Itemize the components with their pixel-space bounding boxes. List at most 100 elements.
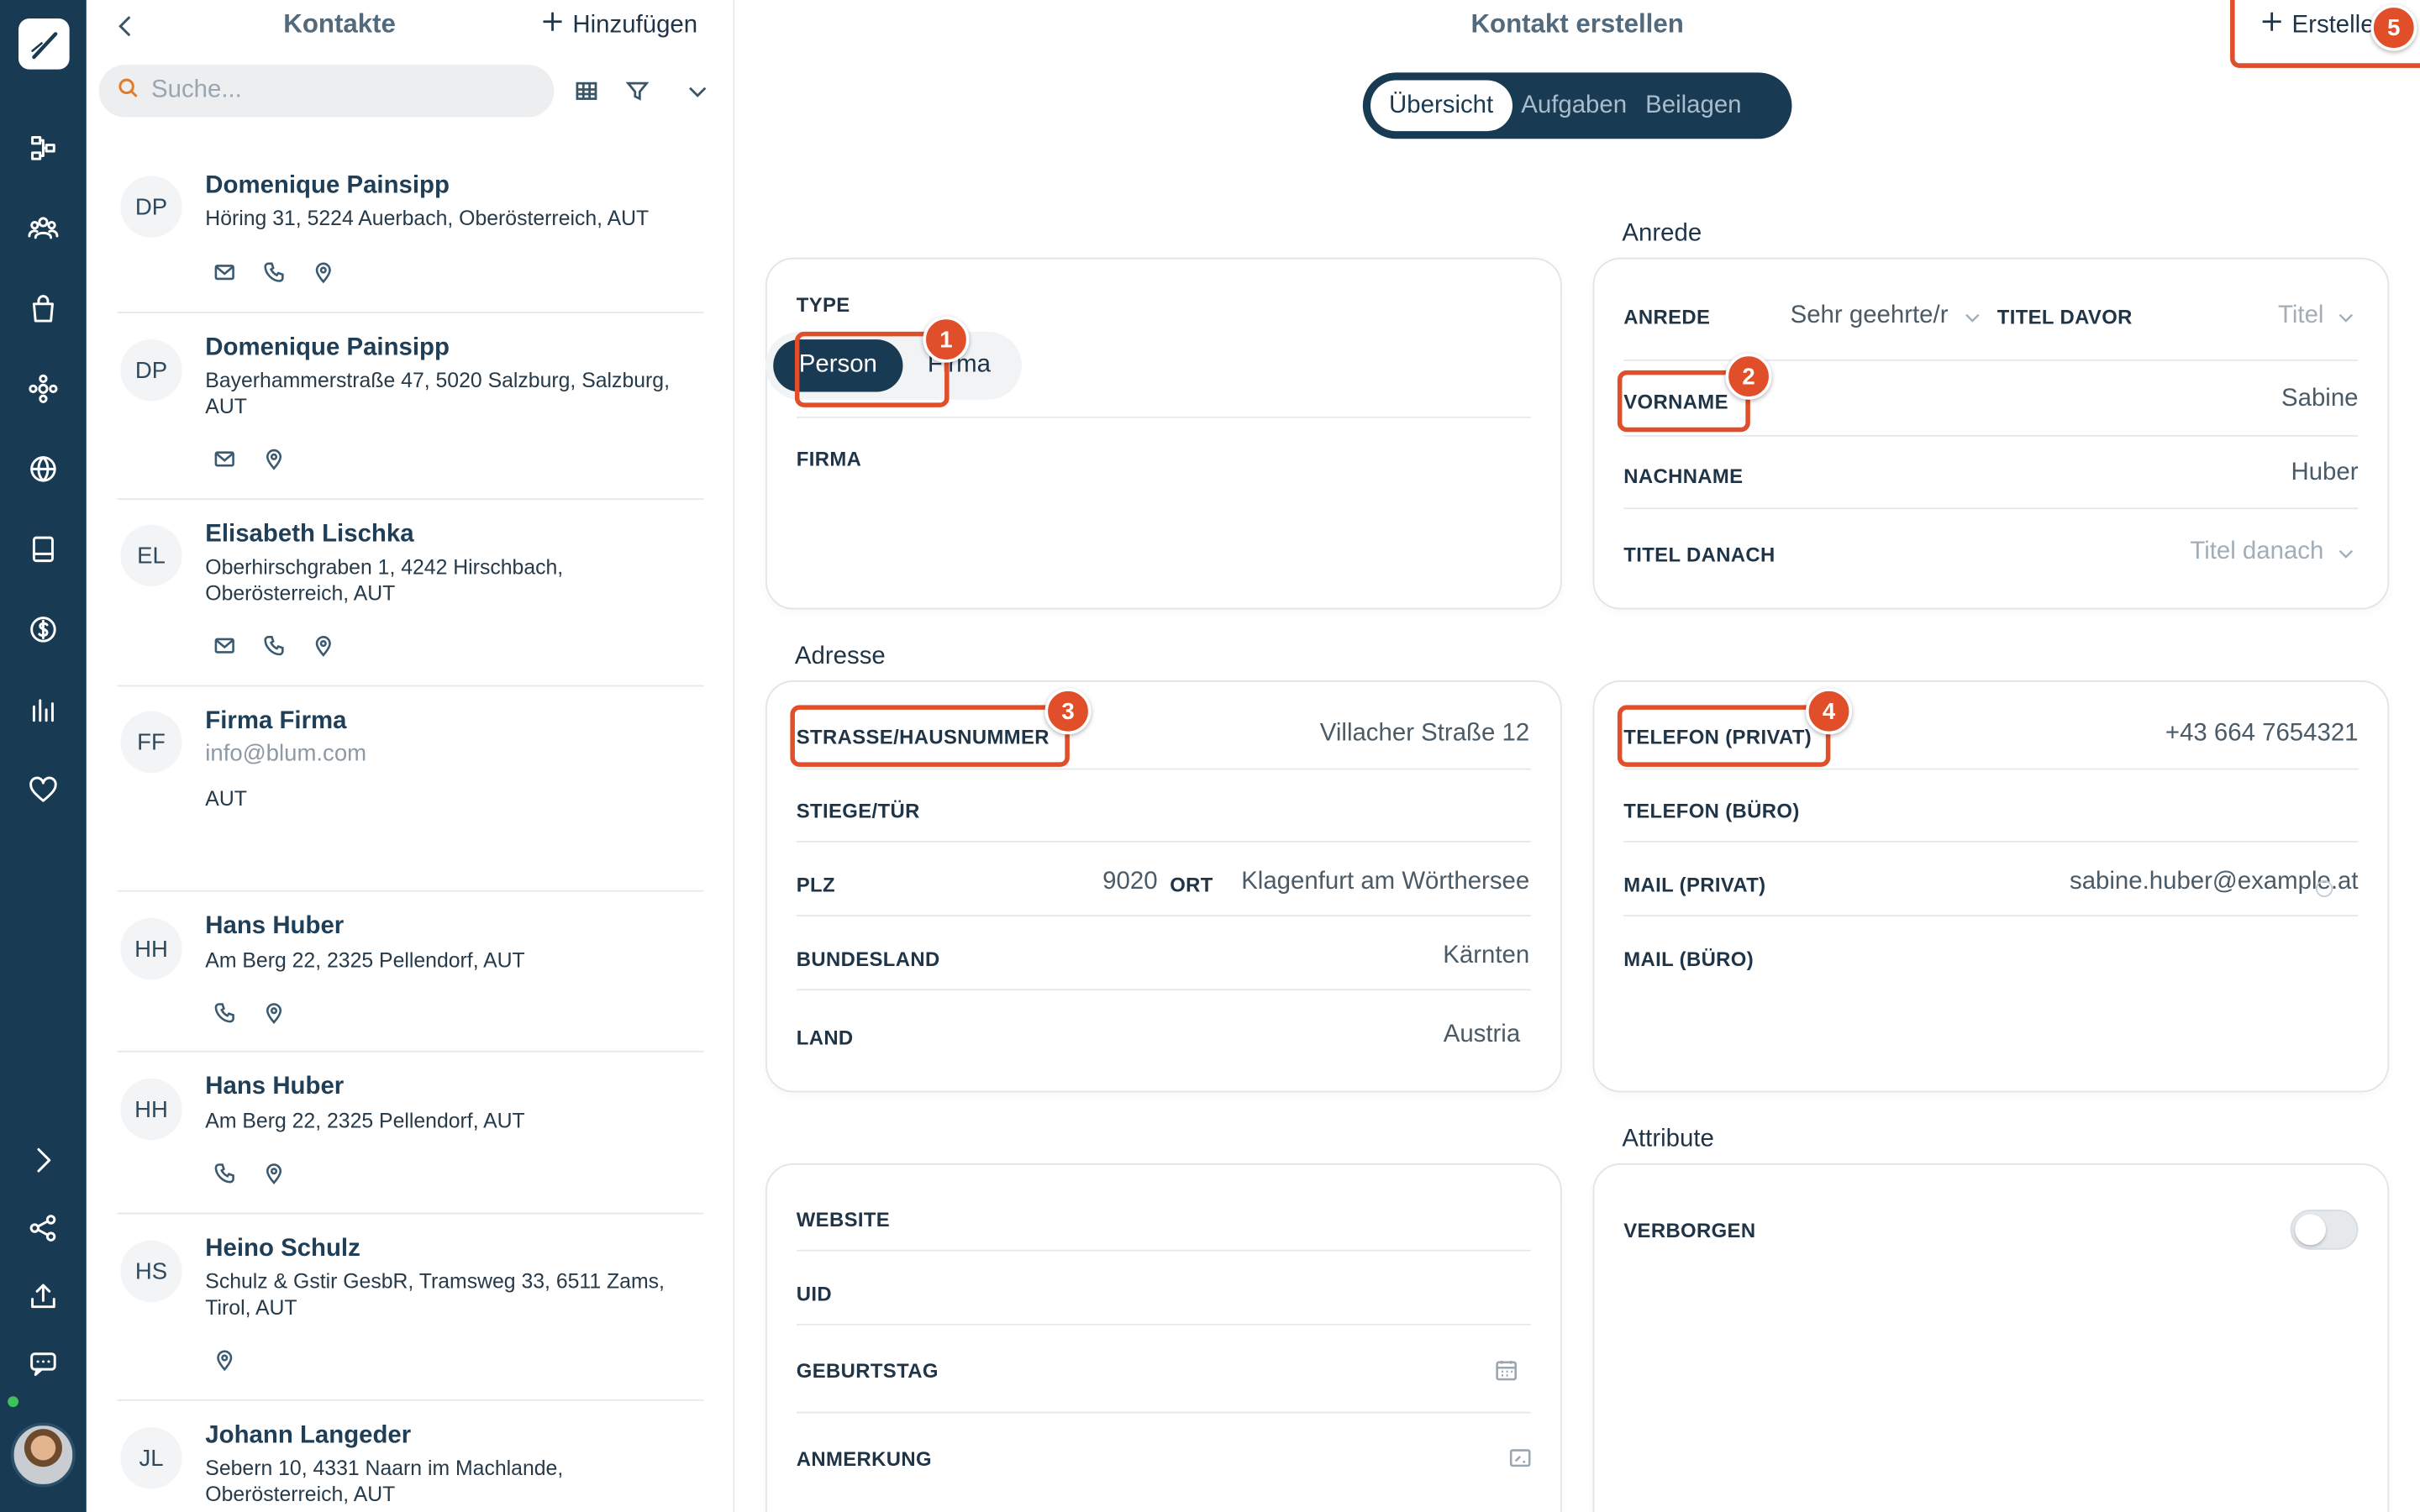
chevron-down-icon[interactable] <box>2337 543 2355 571</box>
tel-privat-field[interactable]: +43 664 7654321 <box>2165 721 2359 748</box>
contact-address: Höring 31, 5224 Auerbach, Oberösterreich… <box>205 207 650 230</box>
page-title: Kontakt erstellen <box>1470 9 1684 39</box>
chevron-down-icon[interactable] <box>1963 307 1981 335</box>
share-icon[interactable] <box>24 1210 61 1247</box>
document-icon[interactable] <box>24 531 61 568</box>
add-contact-button[interactable]: Hinzufügen <box>542 11 697 40</box>
expand-textarea-icon[interactable] <box>1507 1446 1532 1470</box>
stiege-label: STIEGE/TÜR <box>796 799 920 822</box>
contact-name: Hans Huber <box>205 1074 345 1100</box>
tel-buero-label: TELEFON (BÜRO) <box>1623 799 1800 822</box>
contacts-list: DP Domenique Painsipp Höring 31, 5224 Au… <box>117 139 704 1512</box>
titel-davor-select[interactable]: Titel <box>2278 302 2323 330</box>
contact-actions <box>213 634 334 658</box>
search-box[interactable] <box>98 65 555 118</box>
contact-initials: DP <box>120 339 182 402</box>
phone-icon[interactable] <box>262 634 286 658</box>
plus-icon <box>542 11 564 40</box>
location-icon[interactable] <box>262 1001 286 1025</box>
contact-address: Am Berg 22, 2325 Pellendorf, AUT <box>205 1109 525 1133</box>
search-input[interactable] <box>151 76 522 105</box>
highlight-box <box>1617 705 1831 767</box>
divider <box>1623 841 2359 843</box>
contact-card[interactable]: DP Domenique Painsipp Höring 31, 5224 Au… <box>117 139 704 313</box>
contact-card[interactable]: HH Hans Huber Am Berg 22, 2325 Pellendor… <box>117 892 704 1053</box>
contact-actions <box>213 1001 285 1025</box>
mail-icon[interactable] <box>213 448 236 471</box>
divider <box>1623 915 2359 917</box>
mail-icon[interactable] <box>213 260 236 284</box>
mail-privat-label: MAIL (PRIVAT) <box>1623 873 1766 897</box>
titel-danach-select[interactable]: Titel danach <box>2190 538 2323 566</box>
verborgen-toggle[interactable] <box>2290 1210 2359 1250</box>
contact-card[interactable]: EL Elisabeth Lischka Oberhirschgraben 1,… <box>117 500 704 687</box>
tab-uebersicht[interactable]: Übersicht <box>1370 80 1512 132</box>
table-view-icon[interactable] <box>571 76 602 107</box>
shopping-bag-icon[interactable] <box>24 290 61 327</box>
adresse-section-title: Adresse <box>794 643 886 670</box>
nachname-field[interactable]: Huber <box>2291 459 2358 487</box>
location-icon[interactable] <box>262 448 286 471</box>
location-icon[interactable] <box>312 260 335 284</box>
upload-icon[interactable] <box>24 1278 61 1315</box>
chevron-down-icon[interactable] <box>2337 307 2355 335</box>
contact-card[interactable]: HS Heino Schulz Schulz & Gstir GesbR, Tr… <box>117 1215 704 1401</box>
expand-chevron-icon[interactable] <box>24 1142 61 1179</box>
tab-switcher: Übersicht Aufgaben Beilagen <box>1362 72 1792 139</box>
type-label: TYPE <box>796 292 850 317</box>
tab-aufgaben[interactable]: Aufgaben <box>1512 81 1636 132</box>
divider <box>796 1411 1532 1414</box>
website-label: WEBSITE <box>796 1208 891 1231</box>
attribute-section-title: Attribute <box>1622 1126 1714 1153</box>
tab-beilagen[interactable]: Beilagen <box>1636 81 1750 132</box>
strasse-field[interactable]: Villacher Straße 12 <box>1320 721 1529 748</box>
location-icon[interactable] <box>312 634 335 658</box>
divider <box>796 841 1532 843</box>
network-icon[interactable] <box>24 370 61 407</box>
calendar-icon[interactable] <box>1494 1357 1518 1382</box>
titel-danach-label: TITEL DANACH <box>1623 543 1776 567</box>
search-icon <box>118 76 139 106</box>
anrede-label: ANREDE <box>1623 305 1711 329</box>
contact-name: Heino Schulz <box>205 1236 360 1263</box>
heart-icon[interactable] <box>24 771 61 808</box>
globe-icon[interactable] <box>24 450 61 487</box>
user-avatar[interactable] <box>10 1422 76 1488</box>
collapse-chevron-icon[interactable] <box>682 76 713 107</box>
phone-icon[interactable] <box>213 1001 236 1025</box>
phone-icon[interactable] <box>213 1162 236 1185</box>
plz-field[interactable]: 9020 <box>1096 869 1157 896</box>
divider <box>796 989 1532 991</box>
contact-initials: EL <box>120 524 182 586</box>
contact-card[interactable]: FF Firma Firma info@blum.com AUT <box>117 686 704 892</box>
location-icon[interactable] <box>213 1348 236 1372</box>
contact-card[interactable]: DP Domenique Painsipp Bayerhammerstraße … <box>117 313 704 501</box>
contact-name: Hans Huber <box>205 913 345 940</box>
location-icon[interactable] <box>262 1162 286 1185</box>
dollar-icon[interactable] <box>24 611 61 648</box>
contact-card[interactable]: JL Johann Langeder Sebern 10, 4331 Naarn… <box>118 1401 704 1512</box>
filter-icon[interactable] <box>622 76 653 107</box>
anrede-select[interactable]: Sehr geehrte/r <box>1791 302 1949 330</box>
ort-field[interactable]: Klagenfurt am Wörthersee <box>1241 869 1529 896</box>
app-logo-icon[interactable] <box>18 18 70 70</box>
contact-card[interactable]: HH Hans Huber Am Berg 22, 2325 Pellendor… <box>117 1053 704 1215</box>
contact-list-panel: Kontakte Hinzufügen DP Domenique Painsip… <box>86 0 735 1512</box>
bundesland-field[interactable]: Kärnten <box>1443 942 1529 970</box>
workflow-icon[interactable] <box>24 129 61 166</box>
contact-address: Bayerhammerstraße 47, 5020 Salzburg, Sal… <box>205 368 670 417</box>
chat-icon[interactable] <box>24 1346 61 1383</box>
mail-status-icon <box>2315 878 2333 906</box>
anrede-section-title: Anrede <box>1622 220 1702 247</box>
land-field[interactable]: Austria <box>1444 1021 1520 1049</box>
divider <box>1623 768 2359 770</box>
phone-icon[interactable] <box>262 260 286 284</box>
contact-address: Am Berg 22, 2325 Pellendorf, AUT <box>205 948 525 973</box>
type-panel <box>765 257 1562 610</box>
firma-label: FIRMA <box>796 447 862 471</box>
vorname-field[interactable]: Sabine <box>2281 386 2359 413</box>
chart-icon[interactable] <box>24 691 61 728</box>
toggle-knob <box>2295 1214 2326 1246</box>
mail-icon[interactable] <box>213 634 236 658</box>
contacts-icon[interactable] <box>24 210 61 247</box>
